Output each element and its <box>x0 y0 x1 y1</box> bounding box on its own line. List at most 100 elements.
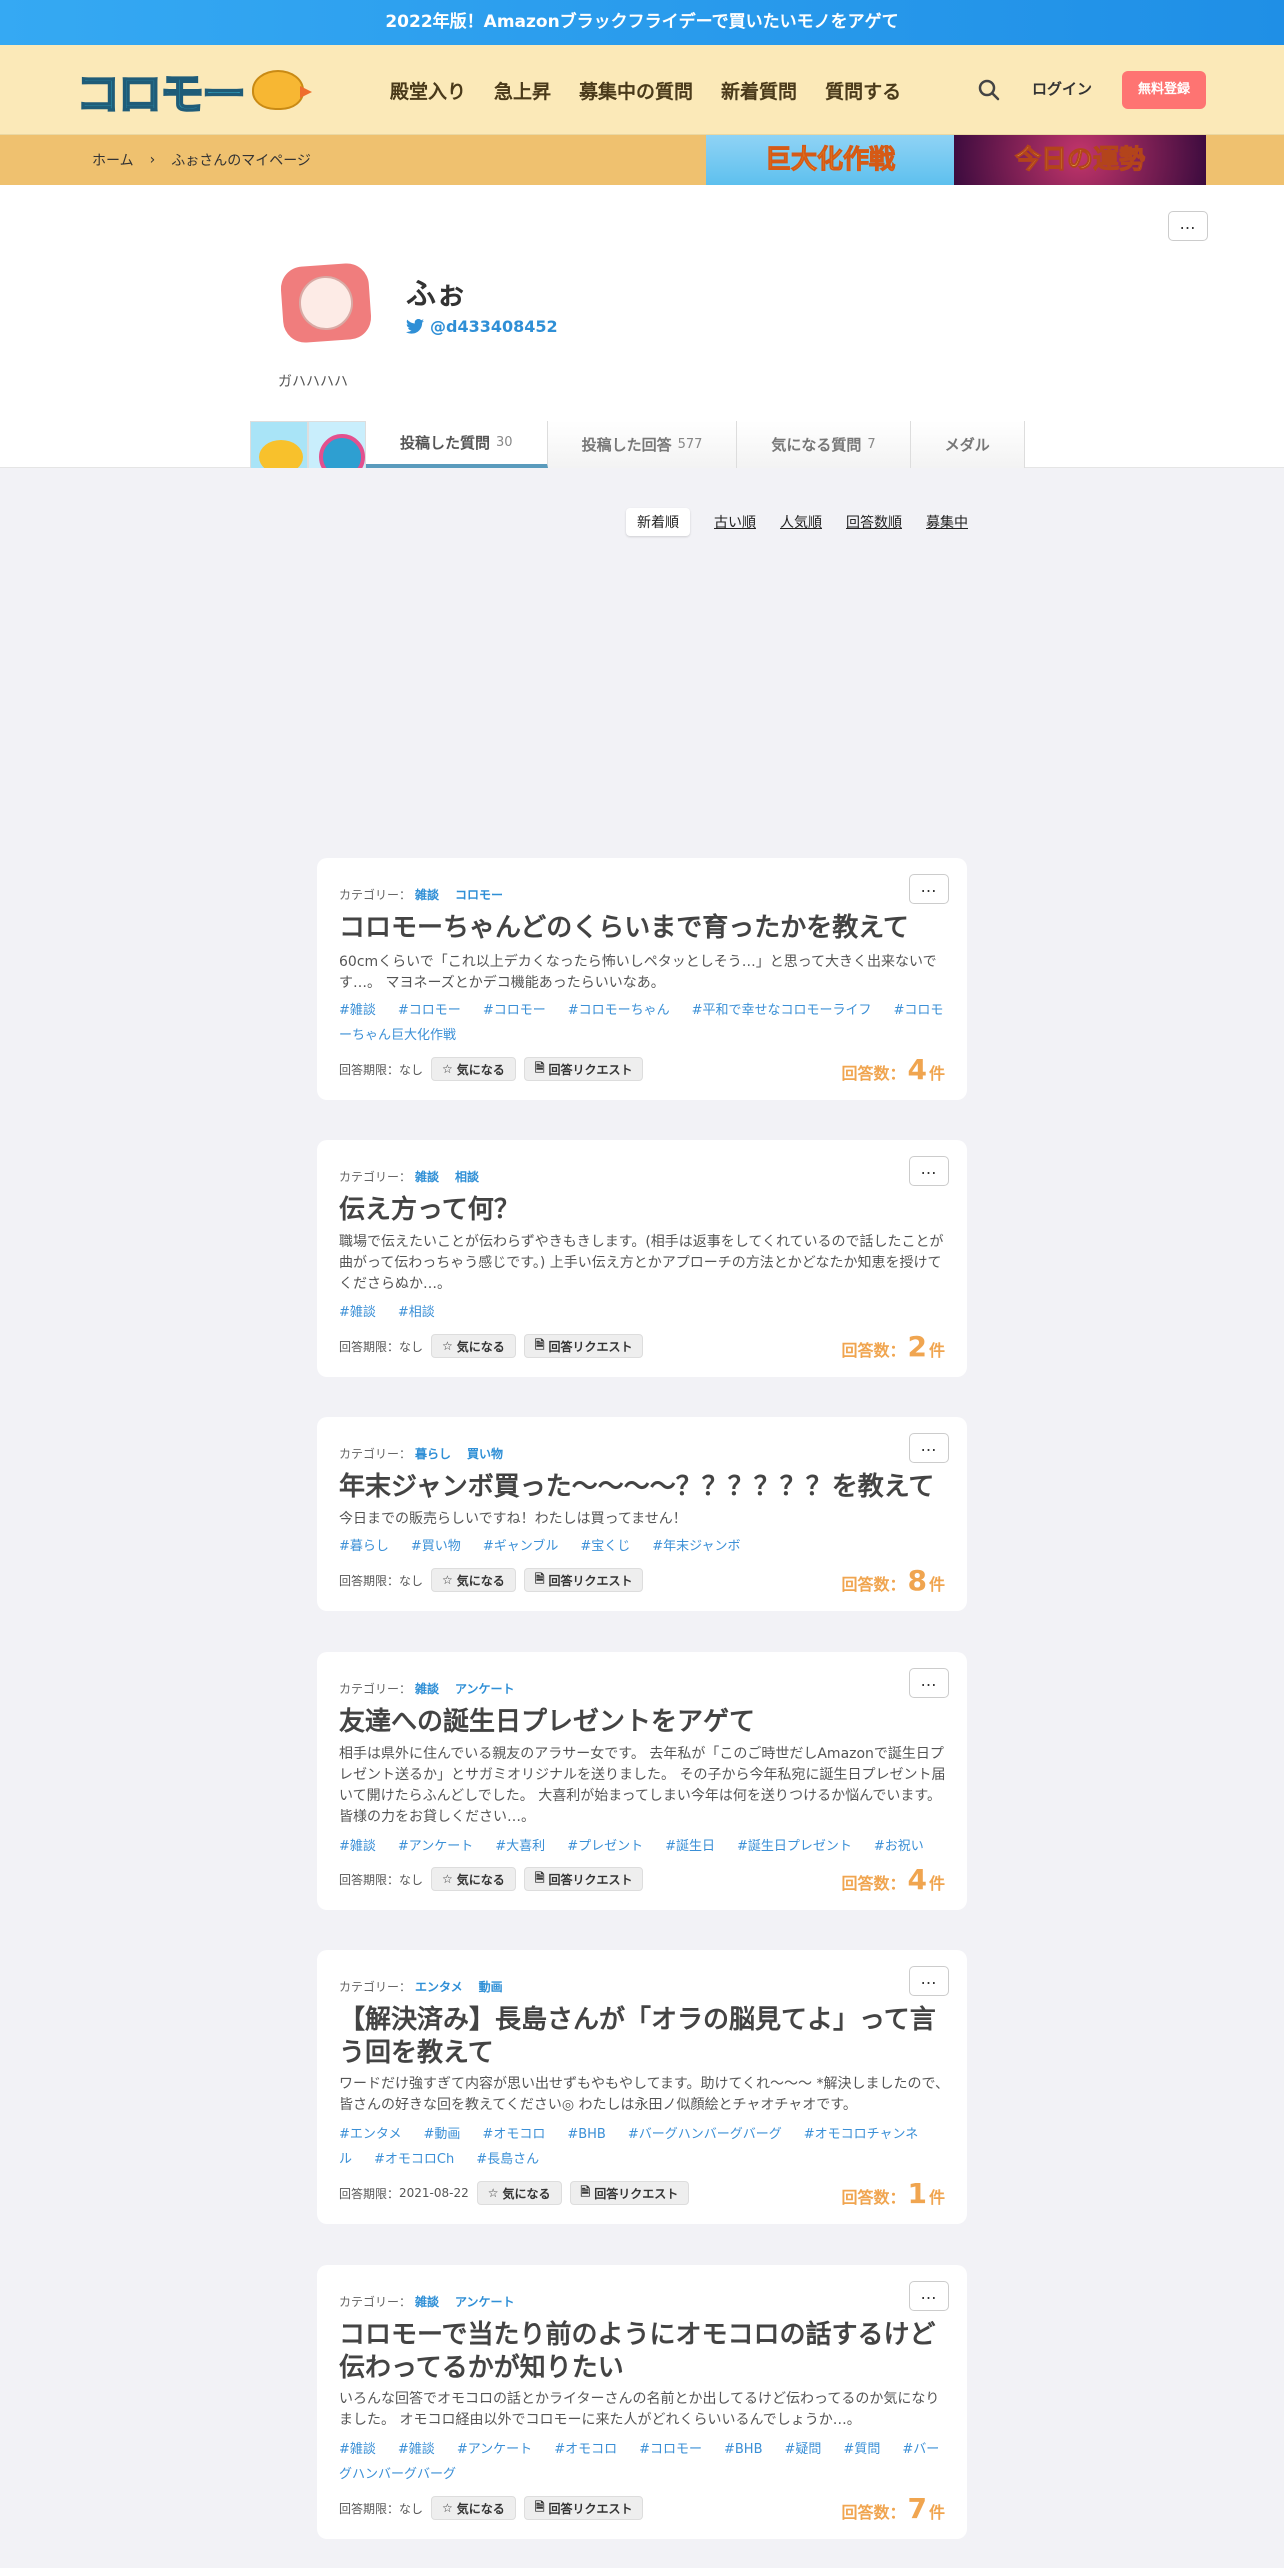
tag[interactable]: #エンタメ <box>339 2127 402 2142</box>
card-more-button[interactable]: … <box>909 1433 949 1463</box>
tag[interactable]: #暮らし <box>339 1539 389 1554</box>
nav-ask[interactable]: 質問する <box>825 77 901 104</box>
tag[interactable]: #アンケート <box>457 2442 532 2457</box>
answer-request-button[interactable]: 🗎 回答リクエスト <box>523 2496 644 2520</box>
category-link[interactable]: 暮らし <box>415 1447 451 1461</box>
nav-open-questions[interactable]: 募集中の質問 <box>579 77 693 104</box>
tag[interactable]: #ギャンブル <box>483 1539 559 1554</box>
card-more-button[interactable]: … <box>909 1156 949 1186</box>
category-link[interactable]: 雑談 <box>415 2295 439 2309</box>
tag[interactable]: #平和で幸せなコロモーライフ <box>692 1003 872 1018</box>
nav-trending[interactable]: 急上昇 <box>494 77 551 104</box>
nav-hall-of-fame[interactable]: 殿堂入り <box>390 77 466 104</box>
question-card[interactable]: … カテゴリー： 暮らし 買い物 年末ジャンボ買った〜〜〜〜？？？？？？を教えて 今… <box>317 1417 967 1611</box>
tag[interactable]: #動画 <box>424 2127 461 2142</box>
question-card[interactable]: … カテゴリー： 雑談 コロモー コロモーちゃんどのくらいまで育ったかを教えて 60… <box>317 858 967 1100</box>
tag[interactable]: #雑談 <box>339 1003 376 1018</box>
tag[interactable]: #誕生日 <box>665 1839 715 1854</box>
tag[interactable]: #雑談 <box>339 2442 376 2457</box>
tag[interactable]: #コロモー <box>398 1003 461 1018</box>
category-link[interactable]: 相談 <box>455 1170 479 1184</box>
card-more-button[interactable]: … <box>909 1966 949 1996</box>
watch-button[interactable]: ☆ 気になる <box>431 1867 516 1891</box>
question-title[interactable]: 年末ジャンボ買った〜〜〜〜？？？？？？を教えて <box>339 1471 949 1504</box>
tag[interactable]: #雑談 <box>398 2442 435 2457</box>
profile-more-button[interactable]: … <box>1168 211 1208 241</box>
tab-watched-questions[interactable]: 気になる質問 7 <box>737 421 911 468</box>
category-link[interactable]: 雑談 <box>415 1682 439 1696</box>
question-card[interactable]: … カテゴリー： エンタメ 動画 【解決済み】長島さんが「オラの脳見てよ」って言う回… <box>317 1950 967 2224</box>
sort-popular[interactable]: 人気順 <box>780 512 822 532</box>
category-link[interactable]: アンケート <box>455 2295 515 2309</box>
answer-request-button[interactable]: 🗎 回答リクエスト <box>523 1334 644 1358</box>
sort-answer-count[interactable]: 回答数順 <box>846 512 902 532</box>
watch-button[interactable]: ☆ 気になる <box>476 2181 562 2205</box>
signup-button[interactable]: 無料登録 <box>1122 71 1206 109</box>
breadcrumb-home[interactable]: ホーム <box>92 150 134 170</box>
tab-medals[interactable]: メダル <box>910 421 1025 468</box>
tag[interactable]: #誕生日プレゼント <box>737 1839 852 1854</box>
tag[interactable]: #オモコロCh <box>374 2152 454 2167</box>
tag[interactable]: #相談 <box>398 1305 435 1320</box>
watch-button[interactable]: ☆ 気になる <box>431 1334 516 1358</box>
question-card[interactable]: … カテゴリー： 雑談 相談 伝え方って何？ 職場で伝えたいことが伝わらずやきもきし… <box>317 1140 967 1377</box>
nav-new-questions[interactable]: 新着質問 <box>721 77 797 104</box>
question-title[interactable]: 友達への誕生日プレゼントをアゲて <box>339 1706 949 1739</box>
twitter-link[interactable]: @d433408452 <box>406 317 558 336</box>
tag[interactable]: #疑問 <box>785 2442 822 2457</box>
question-title[interactable]: 伝え方って何？ <box>339 1194 949 1227</box>
tag[interactable]: #買い物 <box>411 1539 461 1554</box>
sort-open[interactable]: 募集中 <box>926 512 968 532</box>
tag[interactable]: #BHB <box>567 2127 606 2142</box>
tag[interactable]: #雑談 <box>339 1305 376 1320</box>
card-more-button[interactable]: … <box>909 2281 949 2311</box>
answer-request-button[interactable]: 🗎 回答リクエスト <box>569 2181 690 2205</box>
category-link[interactable]: エンタメ <box>415 1980 463 1994</box>
card-more-button[interactable]: … <box>909 874 949 904</box>
category-link[interactable]: コロモー <box>455 888 503 902</box>
tag[interactable]: #大喜利 <box>495 1839 545 1854</box>
tab-posted-questions[interactable]: 投稿した質問 30 <box>366 421 548 468</box>
question-card[interactable]: … カテゴリー： 雑談 アンケート 友達への誕生日プレゼントをアゲて 相手は県外に住… <box>317 1652 967 1910</box>
tag[interactable]: #年末ジャンボ <box>652 1539 740 1554</box>
tag[interactable]: #質問 <box>843 2442 880 2457</box>
tag[interactable]: #プレゼント <box>567 1839 643 1854</box>
tag[interactable]: #BHB <box>724 2442 763 2457</box>
tag[interactable]: #雑談 <box>339 1839 376 1854</box>
category-link[interactable]: アンケート <box>455 1682 515 1696</box>
tag[interactable]: #アンケート <box>398 1839 473 1854</box>
tag[interactable]: #バーグハンバーグバーグ <box>628 2127 782 2142</box>
tag[interactable]: #宝くじ <box>580 1539 630 1554</box>
answer-request-button[interactable]: 🗎 回答リクエスト <box>523 1867 644 1891</box>
category-link[interactable]: 雑談 <box>415 1170 439 1184</box>
category-link[interactable]: 動画 <box>479 1980 503 1994</box>
tag[interactable]: #長島さん <box>476 2152 539 2167</box>
watch-button[interactable]: ☆ 気になる <box>431 2496 516 2520</box>
tab-posted-answers[interactable]: 投稿した回答 577 <box>547 421 738 468</box>
answer-request-button[interactable]: 🗎 回答リクエスト <box>523 1057 644 1081</box>
category-link[interactable]: 買い物 <box>467 1447 503 1461</box>
search-icon[interactable] <box>978 79 1000 101</box>
answer-request-button[interactable]: 🗎 回答リクエスト <box>523 1568 644 1592</box>
site-logo[interactable]: コロモー <box>75 59 312 121</box>
question-title[interactable]: コロモーで当たり前のようにオモコロの話するけど伝わってるかが知りたい <box>339 2319 949 2385</box>
sort-newest[interactable]: 新着順 <box>626 508 690 536</box>
question-card[interactable]: … カテゴリー： 雑談 アンケート コロモーで当たり前のようにオモコロの話するけど伝… <box>317 2265 967 2539</box>
card-more-button[interactable]: … <box>909 1668 949 1698</box>
giant-campaign-banner[interactable]: 巨大化作戦 <box>706 135 954 185</box>
tag[interactable]: #コロモー <box>483 1003 546 1018</box>
tag[interactable]: #オモコロ <box>554 2442 617 2457</box>
login-link[interactable]: ログイン <box>1032 78 1092 99</box>
tag[interactable]: #コロモー <box>639 2442 702 2457</box>
watch-button[interactable]: ☆ 気になる <box>431 1057 516 1081</box>
daily-fortune-banner[interactable]: 今日の運勢 <box>954 135 1206 185</box>
watch-button[interactable]: ☆ 気になる <box>431 1568 516 1592</box>
question-title[interactable]: コロモーちゃんどのくらいまで育ったかを教えて <box>339 912 949 945</box>
question-title[interactable]: 【解決済み】長島さんが「オラの脳見てよ」って言う回を教えて <box>339 2004 949 2070</box>
category-link[interactable]: 雑談 <box>415 888 439 902</box>
tag[interactable]: #お祝い <box>874 1839 924 1854</box>
promo-banner[interactable]: 2022年版！Amazonブラックフライデーで買いたいモノをアゲて <box>0 0 1284 45</box>
tag[interactable]: #オモコロ <box>482 2127 545 2142</box>
sort-oldest[interactable]: 古い順 <box>714 512 756 532</box>
tag[interactable]: #コロモーちゃん <box>568 1003 670 1018</box>
